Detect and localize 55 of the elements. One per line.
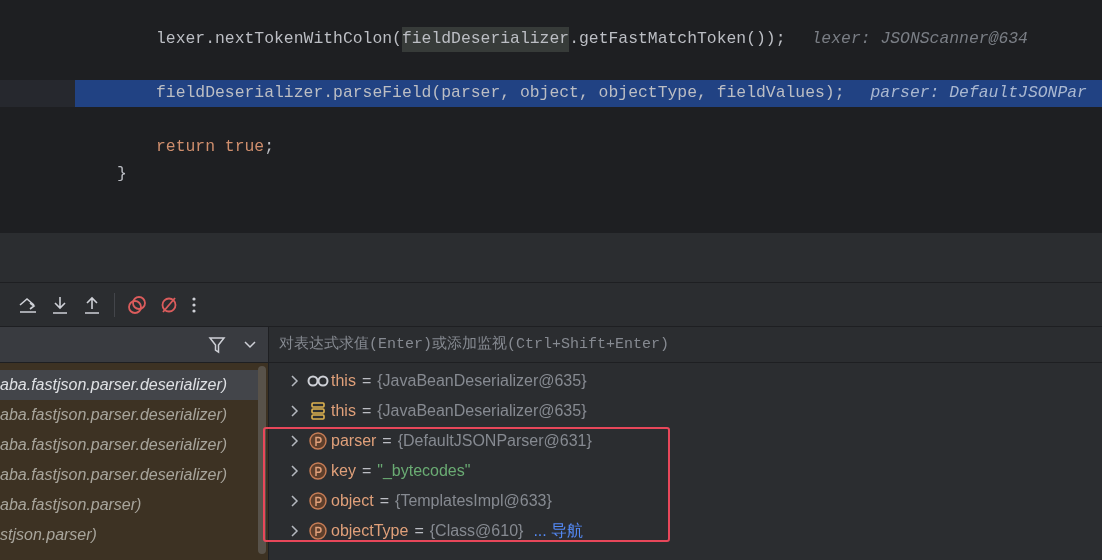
parameter-icon [309, 462, 327, 480]
variable-row[interactable]: this = {JavaBeanDeserializer@635} [269, 396, 1102, 426]
parameter-icon [309, 432, 327, 450]
equals-sign: = [361, 461, 372, 481]
variable-value: "_bytecodes" [377, 461, 471, 481]
inline-value-hint: parser: DefaultJSONPar [870, 82, 1087, 105]
equals-sign: = [414, 521, 424, 541]
equals-sign: = [382, 431, 392, 451]
variable-name: key [331, 461, 356, 481]
equals-sign: = [379, 491, 390, 511]
code-line: return true; [155, 136, 276, 159]
stack-frame[interactable]: aba.fastjson.parser.deserializer) [0, 370, 258, 400]
stack-frame[interactable]: aba.fastjson.parser.deserializer) [0, 460, 258, 490]
code-line: } [116, 163, 128, 186]
variable-name: this [331, 401, 356, 421]
variable-row[interactable]: objectType = {Class@610} ... 导航 [269, 516, 1102, 546]
inline-value-hint: lexer: JSONScanner@634 [811, 28, 1028, 51]
stack-frame[interactable]: stjson.parser) [0, 520, 258, 550]
variable-name: objectType [331, 521, 409, 541]
step-into-icon[interactable] [50, 294, 70, 315]
expand-chevron-icon[interactable] [289, 375, 299, 387]
variable-row[interactable]: object = {TemplatesImpl@633} [269, 486, 1102, 516]
stack-icon [311, 402, 325, 420]
more-icon[interactable] [191, 295, 197, 314]
parameter-icon [309, 492, 327, 510]
expand-chevron-icon[interactable] [289, 435, 299, 447]
variable-value: {DefaultJSONParser@631} [397, 431, 592, 451]
parameter-icon [309, 522, 327, 540]
variable-row[interactable]: this = {JavaBeanDeserializer@635} [269, 366, 1102, 396]
breakpoints-icon[interactable] [127, 294, 147, 315]
variable-value: {Class@610} [429, 521, 524, 541]
filter-icon[interactable] [208, 335, 226, 354]
variable-value: {JavaBeanDeserializer@635} [377, 371, 587, 391]
variable-name: this [331, 371, 356, 391]
variable-row[interactable]: parser = {DefaultJSONParser@631} [269, 426, 1102, 456]
equals-sign: = [361, 401, 372, 421]
chevron-down-icon[interactable] [244, 340, 256, 349]
variable-name: object [331, 491, 374, 511]
step-out-icon[interactable] [82, 294, 102, 315]
expand-chevron-icon[interactable] [289, 465, 299, 477]
glasses-icon [307, 375, 329, 387]
stack-frame[interactable]: aba.fastjson.parser) [0, 490, 258, 520]
stack-frame[interactable]: aba.fastjson.parser.deserializer) [0, 430, 258, 460]
variable-name: parser [331, 431, 377, 451]
variable-value: {JavaBeanDeserializer@635} [377, 401, 587, 421]
scrollbar-thumb[interactable] [258, 366, 266, 554]
variable-row[interactable]: key = "_bytecodes" [269, 456, 1102, 486]
equals-sign: = [361, 371, 372, 391]
expand-chevron-icon[interactable] [289, 495, 299, 507]
expand-chevron-icon[interactable] [289, 525, 299, 537]
expand-chevron-icon[interactable] [289, 405, 299, 417]
navigate-link[interactable]: ... 导航 [533, 519, 584, 543]
stack-frame[interactable]: aba.fastjson.parser.deserializer) [0, 400, 258, 430]
code-line: lexer.nextTokenWithColon(fieldDeserializer.getFastMatchToken()); lexer: JSONScanner@634 [75, 26, 1102, 53]
variable-value: {TemplatesImpl@633} [395, 491, 552, 511]
